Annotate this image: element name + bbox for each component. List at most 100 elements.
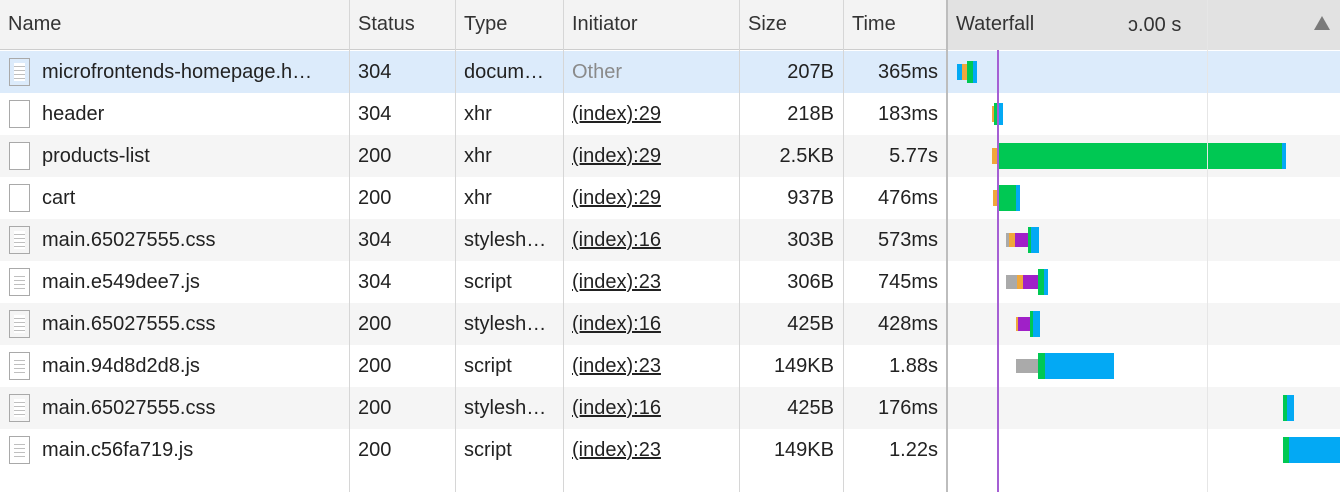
column-header-status[interactable]: Status [350,0,454,50]
table-row[interactable]: main.65027555.css 200 stylesh… (index):16 42… [0,303,1340,345]
request-initiator[interactable]: (index):29 [564,93,738,135]
request-name[interactable]: microfrontends-homepage.h… [0,51,348,93]
column-header-time[interactable]: Time [844,0,946,50]
column-divider[interactable] [739,0,740,492]
column-header-initiator[interactable]: Initiator [564,0,738,50]
request-type: docum… [464,61,545,83]
request-status: 200 [358,145,392,167]
waterfall-time-scale: ɔ.00 s [1128,14,1182,36]
request-initiator[interactable]: (index):16 [564,303,738,345]
request-time: 428ms [877,313,938,335]
column-divider[interactable] [349,0,350,492]
column-divider[interactable] [843,0,844,492]
request-size: 2.5KB [779,145,834,167]
request-initiator[interactable]: (index):16 [564,219,738,261]
request-type: xhr [464,103,492,125]
request-type: xhr [464,187,492,209]
waterfall-bar-ssl[interactable] [1015,233,1028,247]
request-size: 149KB [773,439,834,461]
table-row[interactable]: cart 200 xhr (index):29 937B 476ms [0,177,1340,219]
request-size: 425B [787,313,834,335]
request-name[interactable]: products-list [0,135,348,177]
column-divider[interactable] [563,0,564,492]
request-time: 1.22s [889,439,938,461]
request-name[interactable]: cart [0,177,348,219]
request-time: 183ms [877,103,938,125]
waterfall-bar-download[interactable] [1045,353,1114,379]
request-size: 218B [787,103,834,125]
request-type: stylesh… [464,229,547,251]
request-time: 573ms [877,229,938,251]
request-status: 200 [358,187,392,209]
table-row[interactable]: main.c56fa719.js 200 script (index):23 149KB… [0,429,1340,471]
request-time: 176ms [877,397,938,419]
waterfall-bar-queueing[interactable] [1006,275,1017,289]
request-status: 200 [358,397,392,419]
request-initiator[interactable]: (index):23 [564,261,738,303]
request-size: 306B [787,271,834,293]
request-size: 207B [787,61,834,83]
waterfall-bar-download[interactable] [1031,227,1039,253]
request-type: script [464,439,512,461]
table-row[interactable]: main.65027555.css 200 stylesh… (index):16 42… [0,387,1340,429]
request-status: 304 [358,271,392,293]
waterfall-bar-ssl[interactable] [1023,275,1038,289]
request-size: 937B [787,187,834,209]
table-row[interactable]: main.e549dee7.js 304 script (index):23 306B 7… [0,261,1340,303]
waterfall-bar-download[interactable] [1287,395,1294,421]
column-header-name[interactable]: Name [0,0,348,50]
waterfall-bar-waiting[interactable] [1038,353,1045,379]
request-status: 200 [358,439,392,461]
waterfall-bar-download[interactable] [1282,143,1286,169]
request-name[interactable]: main.c56fa719.js [0,429,348,471]
waterfall-bar-queueing[interactable] [1016,359,1038,373]
request-status: 304 [358,61,392,83]
request-status: 304 [358,229,392,251]
request-type: stylesh… [464,397,547,419]
waterfall-bar-waiting[interactable] [999,185,1016,211]
waterfall-bar-download[interactable] [1016,185,1020,211]
table-row[interactable]: microfrontends-homepage.h… 304 docum… Other… [0,51,1340,93]
waterfall-bar-download[interactable] [1033,311,1040,337]
request-time: 5.77s [889,145,938,167]
request-initiator[interactable]: (index):23 [564,345,738,387]
request-type: script [464,271,512,293]
table-row[interactable]: main.94d8d2d8.js 200 script (index):23 149KB… [0,345,1340,387]
request-status: 200 [358,355,392,377]
waterfall-bar-download[interactable] [1289,437,1340,463]
request-name[interactable]: main.e549dee7.js [0,261,348,303]
request-name[interactable]: main.94d8d2d8.js [0,345,348,387]
request-time: 1.88s [889,355,938,377]
request-type: stylesh… [464,313,547,335]
table-row[interactable]: products-list 200 xhr (index):29 2.5KB 5.77s [0,135,1340,177]
waterfall-bar-ssl[interactable] [1018,317,1030,331]
column-divider[interactable] [946,0,948,492]
request-name[interactable]: main.65027555.css [0,303,348,345]
request-name[interactable]: main.65027555.css [0,219,348,261]
waterfall-bar-download[interactable] [973,61,977,83]
request-time: 476ms [877,187,938,209]
waterfall-bar-waiting[interactable] [999,143,1282,169]
table-row[interactable]: header 304 xhr (index):29 218B 183ms [0,93,1340,135]
column-header-type[interactable]: Type [456,0,562,50]
network-request-table: Name Status Type Initiator Size Time Wat… [0,0,1340,492]
waterfall-grid-line [1207,0,1208,492]
request-time: 745ms [877,271,938,293]
request-initiator[interactable]: (index):16 [564,387,738,429]
column-divider[interactable] [455,0,456,492]
request-size: 425B [787,397,834,419]
table-header: Name Status Type Initiator Size Time Wat… [0,0,1340,50]
request-initiator[interactable]: (index):29 [564,177,738,219]
request-name[interactable]: header [0,93,348,135]
request-status: 304 [358,103,392,125]
waterfall-bar-download[interactable] [1044,269,1048,295]
sort-ascending-icon[interactable] [1314,16,1330,30]
request-name[interactable]: main.65027555.css [0,387,348,429]
column-header-size[interactable]: Size [740,0,842,50]
request-initiator[interactable]: (index):23 [564,429,738,471]
request-initiator[interactable]: (index):29 [564,135,738,177]
request-status: 200 [358,313,392,335]
table-row[interactable]: main.65027555.css 304 stylesh… (index):16 30… [0,219,1340,261]
request-type: script [464,355,512,377]
dom-content-loaded-marker [997,50,999,492]
